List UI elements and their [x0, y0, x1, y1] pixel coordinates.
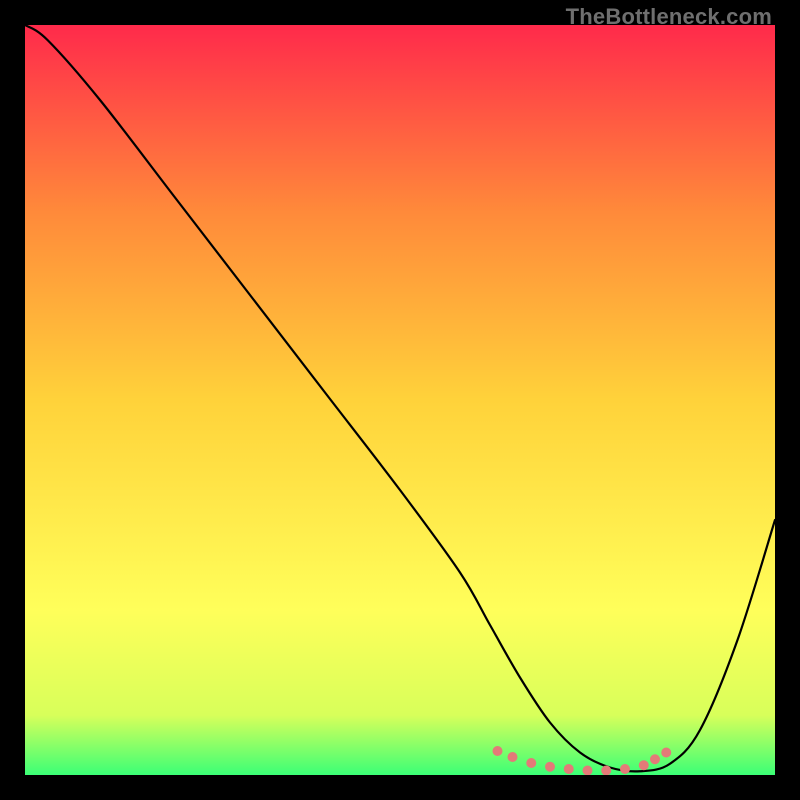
valley-dot: [650, 754, 660, 764]
valley-dot: [545, 762, 555, 772]
plot-area: [25, 25, 775, 775]
valley-dot: [661, 748, 671, 758]
valley-dot: [564, 764, 574, 774]
bottleneck-curve: [25, 25, 775, 775]
watermark-text: TheBottleneck.com: [566, 4, 772, 30]
valley-dot: [508, 752, 518, 762]
valley-dot: [620, 764, 630, 774]
chart-frame: TheBottleneck.com: [0, 0, 800, 800]
valley-dot: [493, 746, 503, 756]
valley-dot: [583, 766, 593, 776]
valley-dot: [639, 760, 649, 770]
valley-dot: [526, 758, 536, 768]
